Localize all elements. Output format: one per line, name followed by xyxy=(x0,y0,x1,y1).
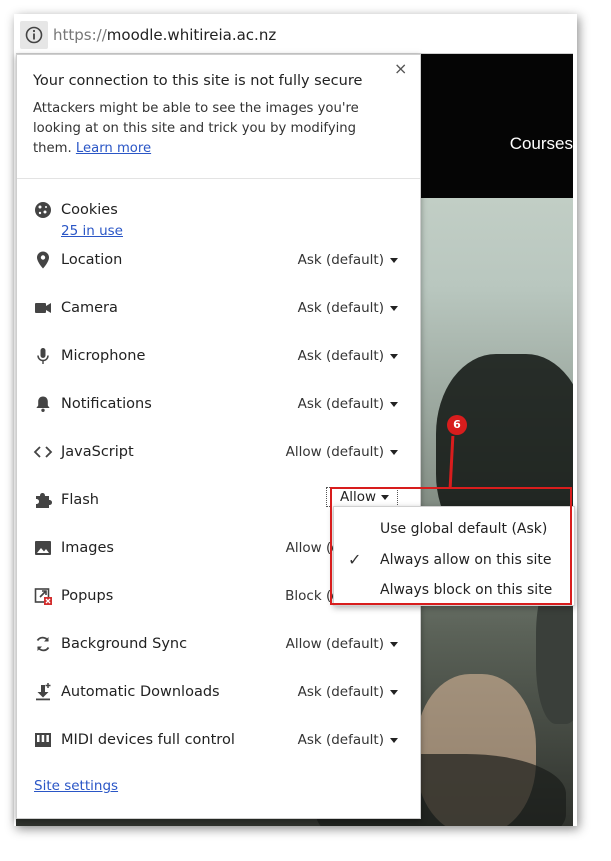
permission-select[interactable]: Ask (default) xyxy=(298,300,398,316)
permission-row-cookies: Cookies xyxy=(17,198,420,222)
permission-value: Ask (default) xyxy=(297,396,384,412)
permission-label: Location xyxy=(61,252,123,268)
chevron-down-icon xyxy=(390,305,398,311)
chevron-down-icon xyxy=(390,641,398,647)
permission-select[interactable]: Ask (default) xyxy=(298,252,398,268)
permission-label: Images xyxy=(61,540,114,556)
url-scheme: https:// xyxy=(53,26,107,44)
permission-label: Cookies xyxy=(61,202,118,218)
divider xyxy=(17,178,420,179)
permission-row-notifications: Notifications Ask (default) xyxy=(17,392,420,416)
permission-label: JavaScript xyxy=(61,444,134,460)
sync-icon xyxy=(36,636,50,652)
permission-row-background-sync: Background Sync Allow (default) xyxy=(17,632,420,656)
permission-select[interactable]: Ask (default) xyxy=(298,396,398,412)
callout-number-badge: 6 xyxy=(447,415,467,435)
permission-label: Notifications xyxy=(61,396,152,412)
cookie-icon xyxy=(35,202,51,218)
cookies-in-use-link[interactable]: 25 in use xyxy=(61,223,123,239)
permission-select[interactable]: Ask (default) xyxy=(298,348,398,364)
permission-row-midi: MIDI devices full control Ask (default) xyxy=(17,728,420,752)
bell-icon xyxy=(36,396,50,412)
url-text[interactable]: https://moodle.whitireia.ac.nz xyxy=(53,26,276,44)
info-icon xyxy=(25,26,43,44)
midi-icon xyxy=(35,733,51,747)
puzzle-icon xyxy=(36,493,52,508)
permission-label: Background Sync xyxy=(61,636,188,652)
permission-value: Ask (default) xyxy=(297,252,384,268)
permission-value: Ask (default) xyxy=(297,732,384,748)
permission-label: Microphone xyxy=(61,348,146,364)
close-icon[interactable]: × xyxy=(394,59,407,78)
site-info-popup: × Your connection to this site is not fu… xyxy=(16,54,421,819)
chevron-down-icon xyxy=(390,449,398,455)
permission-row-javascript: JavaScript Allow (default) xyxy=(17,440,420,464)
site-info-button[interactable] xyxy=(20,21,48,49)
download-icon xyxy=(36,683,51,701)
permission-value: Ask (default) xyxy=(297,300,384,316)
microphone-icon xyxy=(37,348,49,364)
permission-row-automatic-downloads: Automatic Downloads Ask (default) xyxy=(17,680,420,704)
permission-label: Automatic Downloads xyxy=(61,684,220,700)
camera-icon xyxy=(35,303,51,313)
chevron-down-icon xyxy=(390,401,398,407)
permission-label: Popups xyxy=(61,588,114,604)
permission-select[interactable]: Ask (default) xyxy=(298,732,398,748)
permission-select[interactable]: Allow (default) xyxy=(286,636,398,652)
site-nav-courses[interactable]: Courses xyxy=(510,134,573,154)
permission-select[interactable]: Allow (default) xyxy=(286,444,398,460)
permission-label: Flash xyxy=(61,492,99,508)
permission-select[interactable]: Ask (default) xyxy=(298,684,398,700)
address-bar[interactable]: https://moodle.whitireia.ac.nz xyxy=(16,17,573,54)
code-icon xyxy=(33,446,53,458)
permission-value: Allow (default) xyxy=(285,444,384,460)
permission-label: MIDI devices full control xyxy=(61,732,235,748)
permission-row-camera: Camera Ask (default) xyxy=(17,296,420,320)
popup-blocked-icon xyxy=(34,588,52,605)
chevron-down-icon xyxy=(390,689,398,695)
security-description: Attackers might be able to see the image… xyxy=(33,99,378,159)
permission-label: Camera xyxy=(61,300,118,316)
site-settings-link[interactable]: Site settings xyxy=(34,778,118,794)
permission-row-microphone: Microphone Ask (default) xyxy=(17,344,420,368)
chevron-down-icon xyxy=(390,353,398,359)
url-host: moodle.whitireia.ac.nz xyxy=(106,26,277,44)
permission-row-location: Location Ask (default) xyxy=(17,248,420,272)
security-title: Your connection to this site is not full… xyxy=(33,73,363,89)
permission-value: Ask (default) xyxy=(297,348,384,364)
location-pin-icon xyxy=(37,251,49,269)
callout-highlight-box xyxy=(330,487,572,605)
learn-more-link[interactable]: Learn more xyxy=(76,141,151,156)
chevron-down-icon xyxy=(390,737,398,743)
image-icon xyxy=(35,541,51,555)
permission-value: Ask (default) xyxy=(297,684,384,700)
chevron-down-icon xyxy=(390,257,398,263)
permission-value: Allow (default) xyxy=(285,636,384,652)
